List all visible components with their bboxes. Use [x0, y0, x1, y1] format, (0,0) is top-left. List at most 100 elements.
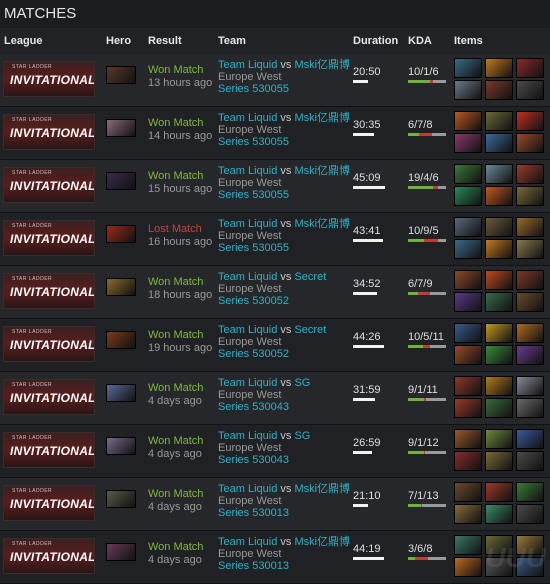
league-logo[interactable]: STAR LADDERINVITATIONAL	[3, 114, 95, 150]
item-icon[interactable]	[516, 186, 544, 206]
column-league[interactable]: League	[4, 28, 43, 54]
result-label[interactable]: Lost Match	[148, 223, 212, 236]
team1-link[interactable]: Team Liquid	[218, 377, 277, 389]
result-label[interactable]: Won Match	[148, 170, 212, 183]
team2-link[interactable]: SG	[294, 430, 310, 442]
column-result[interactable]: Result	[148, 28, 182, 54]
team2-link[interactable]: Mski亿鼎博	[294, 112, 350, 124]
item-icon[interactable]	[454, 164, 482, 184]
result-label[interactable]: Won Match	[148, 435, 203, 448]
series-link[interactable]: Series 530055	[218, 83, 350, 95]
team2-link[interactable]: Mski亿鼎博	[294, 165, 350, 177]
match-row[interactable]: STAR LADDERINVITATIONALWon Match19 hours…	[0, 319, 550, 372]
item-icon[interactable]	[516, 217, 544, 237]
item-icon[interactable]	[454, 80, 482, 100]
series-link[interactable]: Series 530055	[218, 189, 350, 201]
result-label[interactable]: Won Match	[148, 382, 203, 395]
league-logo[interactable]: STAR LADDERINVITATIONAL	[3, 273, 95, 309]
item-icon[interactable]	[485, 323, 513, 343]
item-icon[interactable]	[454, 239, 482, 259]
result-label[interactable]: Won Match	[148, 117, 212, 130]
match-row[interactable]: STAR LADDERINVITATIONALWon Match4 days a…	[0, 425, 550, 478]
hero-portrait[interactable]	[106, 172, 136, 190]
item-icon[interactable]	[454, 345, 482, 365]
team2-link[interactable]: Mski亿鼎博	[294, 536, 350, 548]
league-logo[interactable]: STAR LADDERINVITATIONAL	[3, 485, 95, 521]
series-link[interactable]: Series 530055	[218, 136, 350, 148]
item-icon[interactable]	[454, 292, 482, 312]
team1-link[interactable]: Team Liquid	[218, 59, 277, 71]
item-icon[interactable]	[454, 482, 482, 502]
item-icon[interactable]	[485, 292, 513, 312]
item-icon[interactable]	[516, 504, 544, 524]
item-icon[interactable]	[516, 239, 544, 259]
series-link[interactable]: Series 530043	[218, 454, 310, 466]
item-icon[interactable]	[454, 270, 482, 290]
match-result[interactable]: Won Match4 days ago	[148, 435, 203, 461]
result-label[interactable]: Won Match	[148, 64, 212, 77]
item-icon[interactable]	[485, 164, 513, 184]
result-label[interactable]: Won Match	[148, 329, 212, 342]
item-icon[interactable]	[516, 111, 544, 131]
item-icon[interactable]	[485, 186, 513, 206]
item-icon[interactable]	[485, 270, 513, 290]
item-icon[interactable]	[485, 111, 513, 131]
item-icon[interactable]	[454, 451, 482, 471]
item-icon[interactable]	[516, 323, 544, 343]
match-result[interactable]: Won Match4 days ago	[148, 382, 203, 408]
team1-link[interactable]: Team Liquid	[218, 430, 277, 442]
team1-link[interactable]: Team Liquid	[218, 165, 277, 177]
item-icon[interactable]	[454, 186, 482, 206]
column-team[interactable]: Team	[218, 28, 246, 54]
item-icon[interactable]	[485, 429, 513, 449]
item-icon[interactable]	[516, 133, 544, 153]
item-icon[interactable]	[516, 345, 544, 365]
item-icon[interactable]	[485, 217, 513, 237]
hero-portrait[interactable]	[106, 119, 136, 137]
team2-link[interactable]: Secret	[294, 324, 326, 336]
item-icon[interactable]	[485, 80, 513, 100]
item-icon[interactable]	[516, 451, 544, 471]
item-icon[interactable]	[516, 398, 544, 418]
match-row[interactable]: STAR LADDERINVITATIONALWon Match4 days a…	[0, 372, 550, 425]
match-row[interactable]: STAR LADDERINVITATIONALWon Match18 hours…	[0, 266, 550, 319]
match-row[interactable]: STAR LADDERINVITATIONALWon Match13 hours…	[0, 54, 550, 107]
match-row[interactable]: STAR LADDERINVITATIONALLost Match16 hour…	[0, 213, 550, 266]
team2-link[interactable]: Mski亿鼎博	[294, 59, 350, 71]
team2-link[interactable]: Mski亿鼎博	[294, 483, 350, 495]
team1-link[interactable]: Team Liquid	[218, 324, 277, 336]
item-icon[interactable]	[516, 164, 544, 184]
result-label[interactable]: Won Match	[148, 541, 203, 554]
match-result[interactable]: Won Match19 hours ago	[148, 329, 212, 355]
team2-link[interactable]: Secret	[294, 271, 326, 283]
hero-portrait[interactable]	[106, 543, 136, 561]
item-icon[interactable]	[516, 80, 544, 100]
item-icon[interactable]	[516, 482, 544, 502]
item-icon[interactable]	[485, 398, 513, 418]
item-icon[interactable]	[454, 557, 482, 577]
item-icon[interactable]	[454, 217, 482, 237]
item-icon[interactable]	[454, 504, 482, 524]
item-icon[interactable]	[485, 58, 513, 78]
item-icon[interactable]	[516, 58, 544, 78]
league-logo[interactable]: STAR LADDERINVITATIONAL	[3, 61, 95, 97]
match-result[interactable]: Won Match15 hours ago	[148, 170, 212, 196]
team1-link[interactable]: Team Liquid	[218, 536, 277, 548]
team1-link[interactable]: Team Liquid	[218, 483, 277, 495]
column-duration[interactable]: Duration	[353, 28, 398, 54]
item-icon[interactable]	[516, 292, 544, 312]
hero-portrait[interactable]	[106, 225, 136, 243]
league-logo[interactable]: STAR LADDERINVITATIONAL	[3, 220, 95, 256]
match-result[interactable]: Won Match4 days ago	[148, 541, 203, 567]
series-link[interactable]: Series 530043	[218, 401, 310, 413]
item-icon[interactable]	[516, 376, 544, 396]
league-logo[interactable]: STAR LADDERINVITATIONAL	[3, 538, 95, 574]
match-row[interactable]: STAR LADDERINVITATIONALWon Match15 hours…	[0, 160, 550, 213]
series-link[interactable]: Series 530052	[218, 348, 326, 360]
item-icon[interactable]	[454, 376, 482, 396]
match-row[interactable]: STAR LADDERINVITATIONALWon Match14 hours…	[0, 107, 550, 160]
item-icon[interactable]	[454, 323, 482, 343]
column-items[interactable]: Items	[454, 28, 483, 54]
item-icon[interactable]	[485, 504, 513, 524]
result-label[interactable]: Won Match	[148, 488, 203, 501]
